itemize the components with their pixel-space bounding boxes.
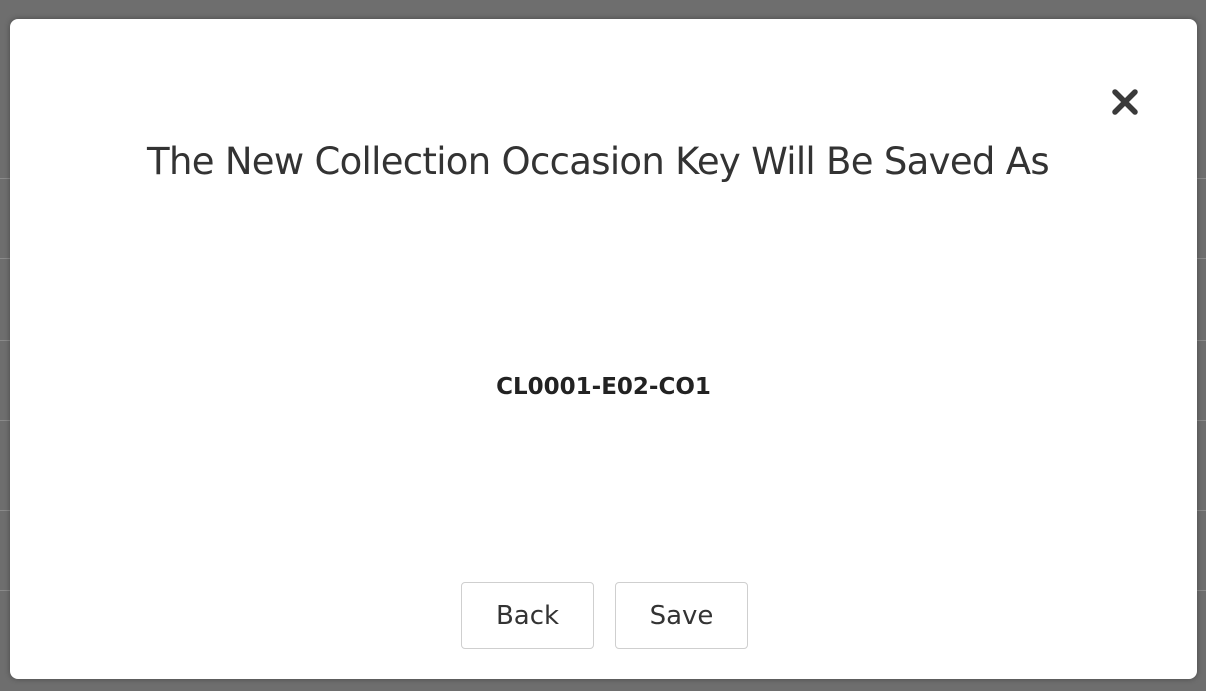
close-icon-glyph: [1112, 89, 1138, 115]
close-icon[interactable]: [1108, 85, 1142, 119]
dialog-title: The New Collection Occasion Key Will Be …: [147, 140, 1050, 183]
save-button[interactable]: Save: [615, 582, 748, 649]
back-button[interactable]: Back: [461, 582, 594, 649]
collection-occasion-key: CL0001-E02-CO1: [496, 374, 711, 400]
confirmation-dialog: The New Collection Occasion Key Will Be …: [10, 19, 1197, 679]
